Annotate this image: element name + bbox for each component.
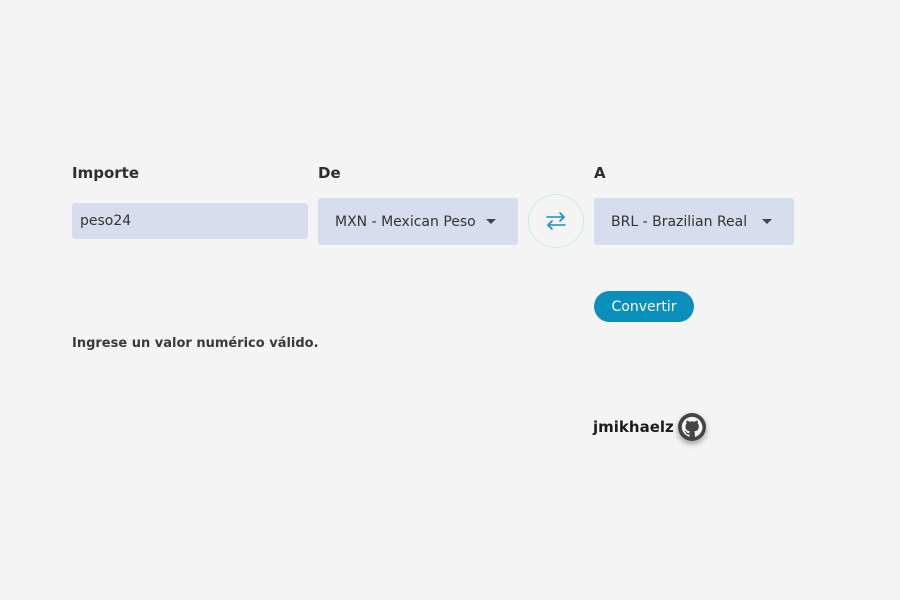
from-currency-label: De	[318, 164, 341, 182]
to-currency-select[interactable]: BRL - Brazilian Real	[594, 198, 794, 245]
from-currency-select[interactable]: MXN - Mexican Peso	[318, 198, 518, 245]
chevron-down-icon	[486, 219, 496, 224]
to-currency-value: BRL - Brazilian Real	[611, 213, 748, 230]
converter-page: Importe De MXN - Mexican Peso A BRL - Br…	[0, 0, 900, 600]
to-currency-label: A	[594, 164, 606, 182]
swap-currencies-button[interactable]	[528, 194, 584, 248]
amount-label: Importe	[72, 164, 139, 182]
github-icon	[677, 413, 706, 441]
validation-error-message: Ingrese un valor numérico válido.	[72, 336, 319, 351]
author-name: jmikhaelz	[593, 418, 674, 436]
author-link[interactable]: jmikhaelz	[593, 413, 706, 441]
amount-input[interactable]	[72, 203, 308, 239]
from-currency-value: MXN - Mexican Peso	[335, 213, 476, 230]
convert-button[interactable]: Convertir	[594, 291, 694, 322]
swap-arrows-icon	[546, 212, 566, 230]
chevron-down-icon	[762, 219, 772, 224]
